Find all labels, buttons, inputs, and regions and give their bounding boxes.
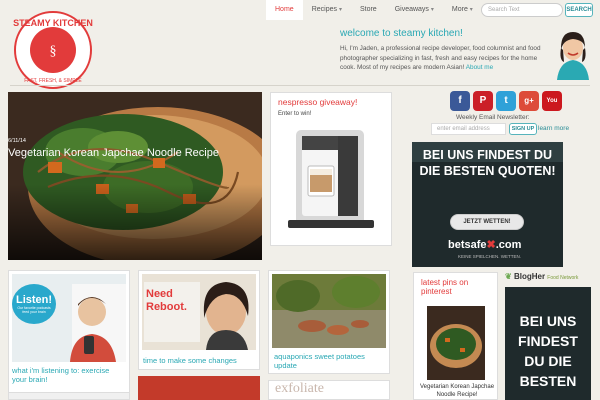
search-button[interactable]: SEARCH [565, 3, 593, 17]
email-field[interactable]: enter email address [431, 123, 506, 135]
ad2-text: BEI UNS FINDEST DU DIE BESTEN [518, 313, 578, 389]
tile-aquaponics-image[interactable] [272, 274, 386, 353]
pinterest-icon[interactable]: P [473, 91, 493, 111]
steamy-kitchen-logo[interactable]: § STEAMY KITCHEN FAST, FRESH, & SIMPLE [10, 10, 96, 90]
pin-image[interactable] [427, 306, 485, 385]
nespresso-enter: Enter to win! [278, 111, 312, 117]
nav-more[interactable]: More ▾ [443, 0, 482, 20]
ad-headline-1: BEI UNS FINDEST DU [422, 148, 553, 162]
nav-recipes[interactable]: Recipes ▾ [303, 0, 351, 20]
betsafe-ad[interactable]: BEI UNS FINDEST DU DIE BESTEN QUOTEN! JE… [412, 142, 563, 267]
tile-bottom-2[interactable] [138, 376, 260, 400]
learn-more-link[interactable]: learn more [538, 125, 569, 132]
nav-label: Recipes [311, 6, 337, 13]
tile-exfoliate[interactable]: exfoliate [268, 380, 390, 400]
chevron-down-icon: ▾ [430, 7, 434, 13]
tile-changes-image[interactable] [142, 274, 256, 355]
blogher-badge[interactable]: ❦ BlogHer Food Network [505, 272, 591, 286]
nav-label: More [451, 6, 468, 13]
hero-date: 6/11/14 [8, 138, 26, 144]
listen-badge-sub: Our favorite podcasts feed your brain [17, 306, 51, 314]
reboot-sign: Need Reboot. [146, 288, 187, 314]
ad-tagline: KEINE SPIELCHEN. WETTEN. [458, 254, 522, 259]
google-plus-icon[interactable]: g+ [519, 91, 539, 111]
nav-label: Home [275, 6, 294, 13]
svg-text:§: § [50, 44, 57, 59]
ad-cta-button[interactable]: JETZT WETTEN! [450, 214, 524, 230]
nav-home[interactable]: Home [266, 0, 303, 20]
hero-title-link[interactable]: Vegetarian Korean Japchae Noodle Recipe [8, 147, 219, 159]
ad-brand-name: betsafe [448, 239, 487, 251]
blogher-name: BlogHer [513, 272, 546, 281]
newsletter-label: Weekly Email Newsletter: [456, 114, 530, 121]
blogher-sub: Food Network [547, 275, 579, 281]
espresso-machine-image[interactable] [282, 124, 380, 245]
welcome-text: Hi, I'm Jaden, a professional recipe dev… [340, 44, 545, 73]
tile-label[interactable]: what i'm listening to: exercise your bra… [12, 366, 124, 384]
logo-tagline: FAST, FRESH, & SIMPLE [24, 78, 82, 84]
sign-line-1: Need [146, 288, 173, 300]
nespresso-title[interactable]: nespresso giveaway! [278, 97, 357, 107]
nav-label: Store [359, 6, 377, 13]
ad-brand-star-icon: ✖ [486, 239, 496, 251]
tile-bottom-1[interactable] [8, 392, 130, 400]
tile-label[interactable]: time to make some changes [143, 356, 255, 365]
author-avatar [551, 24, 595, 80]
logo-arc-text: STEAMY KITCHEN [13, 18, 93, 28]
search-input[interactable]: Search Text [481, 3, 563, 17]
ad-brand-suffix: .com [495, 239, 522, 251]
sign-line-2: Reboot. [146, 301, 187, 313]
facebook-icon[interactable]: f [450, 91, 470, 111]
chevron-down-icon: ▾ [338, 7, 342, 13]
welcome-title: welcome to steamy kitchen! [340, 28, 463, 39]
featured-recipe-image[interactable] [8, 92, 262, 260]
listen-badge-title: Listen! [15, 294, 53, 306]
latest-pins-title: latest pins on pinterest [421, 278, 469, 296]
about-me-link[interactable]: About me [466, 64, 493, 71]
ad-brand: betsafe✖.com [448, 238, 521, 251]
chevron-down-icon: ▾ [469, 7, 473, 13]
twitter-icon[interactable]: t [496, 91, 516, 111]
exfoliate-text: exfoliate [275, 381, 324, 396]
header-divider [10, 85, 590, 86]
welcome-body: Hi, I'm Jaden, a professional recipe dev… [340, 45, 541, 72]
blogher-leaf-icon: ❦ [505, 272, 512, 281]
signup-button[interactable]: SIGN UP [509, 123, 537, 135]
pin-caption[interactable]: Vegetarian Korean Japchae Noodle Recipe! [419, 383, 495, 399]
tile-label[interactable]: aquaponics sweet potatoes update [274, 352, 386, 370]
betsafe-ad-2[interactable]: BEI UNS FINDEST DU DIE BESTEN [505, 287, 591, 400]
main-nav: Home Recipes ▾ Store Giveaways ▾ More ▾ [266, 0, 482, 20]
listen-badge: Listen! Our favorite podcasts feed your … [12, 284, 56, 324]
youtube-icon[interactable]: You [542, 91, 562, 111]
nav-store[interactable]: Store [351, 0, 386, 20]
nav-label: Giveaways [394, 6, 429, 13]
ad-headline-2: DIE BESTEN QUOTEN! [419, 164, 556, 178]
nav-giveaways[interactable]: Giveaways ▾ [386, 0, 443, 20]
